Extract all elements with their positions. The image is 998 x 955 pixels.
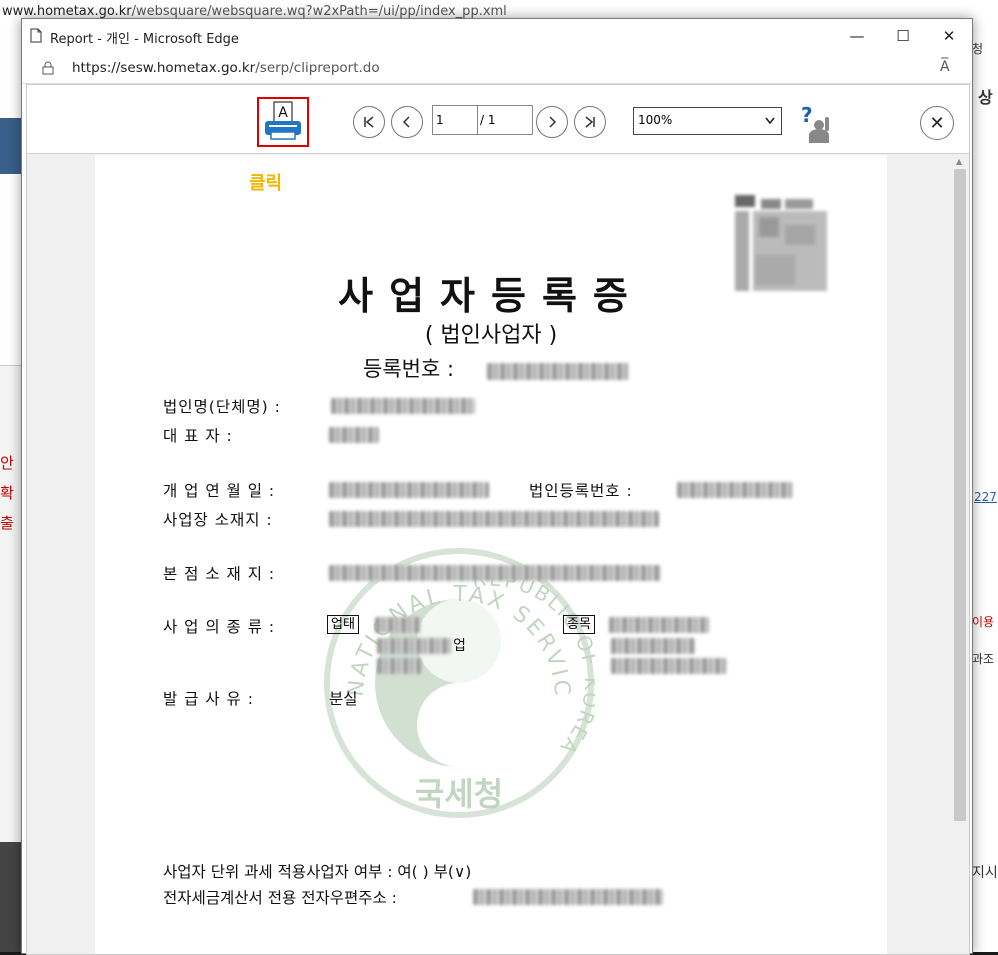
background-url: www.hometax.go.kr/websquare/websquare.wq… bbox=[2, 4, 507, 19]
corp-reg-no-label: 법인등록번호 : bbox=[529, 482, 633, 500]
svg-text:?: ? bbox=[801, 105, 813, 127]
headquarters-label: 본 점 소 재 지 : bbox=[163, 565, 276, 583]
chevron-left-icon bbox=[402, 116, 410, 128]
corp-name-label: 법인명(단체명) : bbox=[163, 398, 281, 416]
next-page-button[interactable] bbox=[536, 106, 568, 138]
first-page-icon bbox=[364, 116, 374, 128]
bg-snippet: 상 bbox=[978, 88, 993, 107]
svg-text:A: A bbox=[278, 105, 288, 121]
read-aloud-icon[interactable]: A̅ bbox=[940, 59, 950, 75]
help-button[interactable]: ? bbox=[795, 103, 835, 145]
lock-icon bbox=[42, 61, 54, 75]
red-text-2: 확 bbox=[0, 484, 14, 502]
business-kind-value-1 bbox=[375, 617, 421, 633]
maximize-icon: ☐ bbox=[896, 27, 910, 45]
issue-reason-value: 분실 bbox=[329, 690, 358, 708]
opening-date-value bbox=[329, 482, 489, 498]
email-label: 전자세금계산서 전용 전자우편주소 : bbox=[163, 889, 397, 907]
scroll-up-icon[interactable]: ▲ bbox=[956, 157, 962, 166]
business-location-value bbox=[329, 511, 659, 527]
title-bar: Report - 개인 - Microsoft Edge — ☐ ✕ bbox=[22, 19, 972, 53]
business-type-label: 사 업 의 종 류 : bbox=[163, 618, 276, 636]
report-window: Report - 개인 - Microsoft Edge — ☐ ✕ https… bbox=[21, 18, 973, 955]
scrollbar[interactable] bbox=[954, 169, 966, 821]
close-viewer-button[interactable]: ✕ bbox=[920, 106, 954, 140]
business-kind-value-2 bbox=[377, 638, 451, 654]
zoom-value: 100% bbox=[638, 113, 673, 127]
chevron-down-icon bbox=[765, 117, 775, 125]
print-button[interactable]: A bbox=[257, 97, 309, 147]
business-item-box: 종목 bbox=[563, 615, 595, 634]
zoom-select[interactable]: 100% bbox=[633, 107, 782, 135]
business-kind-suffix: 업 bbox=[453, 638, 466, 654]
background-red-text: 안 확 출 bbox=[0, 448, 20, 538]
email-value bbox=[473, 889, 663, 905]
opening-date-label: 개 업 연 월 일 : bbox=[163, 482, 276, 500]
viewer-toolbar: A / 1 100% ? bbox=[27, 85, 969, 154]
page-icon bbox=[30, 28, 42, 43]
background-left-banner bbox=[0, 118, 22, 174]
minimize-button[interactable]: — bbox=[834, 19, 880, 53]
address-text[interactable]: https://sesw.hometax.go.kr/serp/cliprepo… bbox=[72, 60, 380, 76]
last-page-icon bbox=[585, 116, 595, 128]
bg-snippet: 과조 bbox=[972, 652, 995, 666]
representative-value bbox=[329, 427, 379, 443]
business-item-value-2 bbox=[611, 638, 695, 654]
close-icon: ✕ bbox=[942, 27, 956, 45]
page-total: / 1 bbox=[477, 105, 533, 135]
business-item-value-1 bbox=[609, 617, 709, 633]
maximize-button[interactable]: ☐ bbox=[880, 19, 926, 53]
headquarters-value bbox=[329, 565, 661, 581]
close-icon: ✕ bbox=[929, 112, 945, 134]
help-person-icon: ? bbox=[801, 103, 829, 143]
bg-snippet: 지시 bbox=[972, 865, 998, 881]
background-left-panel bbox=[0, 365, 22, 876]
printer-icon: A bbox=[265, 101, 301, 140]
certificate-title: 사업자등록증 bbox=[338, 274, 644, 318]
issue-reason-label: 발 급 사 유 : bbox=[163, 690, 254, 708]
certificate-page: 클릭 NATIONAL TA bbox=[95, 155, 887, 954]
close-window-button[interactable]: ✕ bbox=[926, 19, 972, 53]
last-page-button[interactable] bbox=[574, 106, 606, 138]
minimize-icon: — bbox=[849, 27, 865, 45]
business-item-value-3 bbox=[611, 658, 727, 674]
business-location-label: 사업장 소재지 : bbox=[163, 511, 273, 529]
first-page-button[interactable] bbox=[353, 106, 385, 138]
background-left-footer bbox=[0, 842, 22, 952]
bg-snippet: 청 bbox=[972, 42, 984, 56]
certificate-subtitle: ( 법인사업자 ) bbox=[424, 323, 558, 348]
representative-label: 대 표 자 : bbox=[163, 427, 233, 445]
page-number-input[interactable] bbox=[432, 105, 478, 135]
red-text-1: 안 bbox=[0, 454, 14, 472]
bg-snippet: 이용 bbox=[972, 615, 995, 629]
window-title: Report - 개인 - Microsoft Edge bbox=[50, 32, 239, 47]
bg-snippet[interactable]: 227 bbox=[974, 490, 997, 504]
click-hint: 클릭 bbox=[249, 173, 283, 194]
national-tax-service-seal: NATIONAL TAX SERVICE REPUBLIC OF KOREA 국… bbox=[323, 547, 595, 818]
registration-number-value bbox=[487, 363, 629, 380]
business-kind-value-3 bbox=[377, 658, 421, 674]
registration-number-label: 등록번호 : bbox=[363, 357, 455, 381]
corp-reg-no-value bbox=[677, 482, 793, 498]
seal-bottom-text: 국세청 bbox=[415, 775, 503, 813]
address-bar[interactable]: https://sesw.hometax.go.kr/serp/cliprepo… bbox=[22, 53, 972, 84]
business-kind-box: 업태 bbox=[327, 615, 359, 634]
unit-tax-line: 사업자 단위 과세 적용사업자 여부 : 여( ) 부(∨) bbox=[163, 863, 472, 881]
corp-name-value bbox=[331, 398, 475, 414]
chevron-right-icon bbox=[549, 116, 557, 128]
red-text-3: 출 bbox=[0, 514, 14, 532]
prev-page-button[interactable] bbox=[391, 106, 423, 138]
report-viewer: A / 1 100% ? bbox=[26, 84, 970, 955]
